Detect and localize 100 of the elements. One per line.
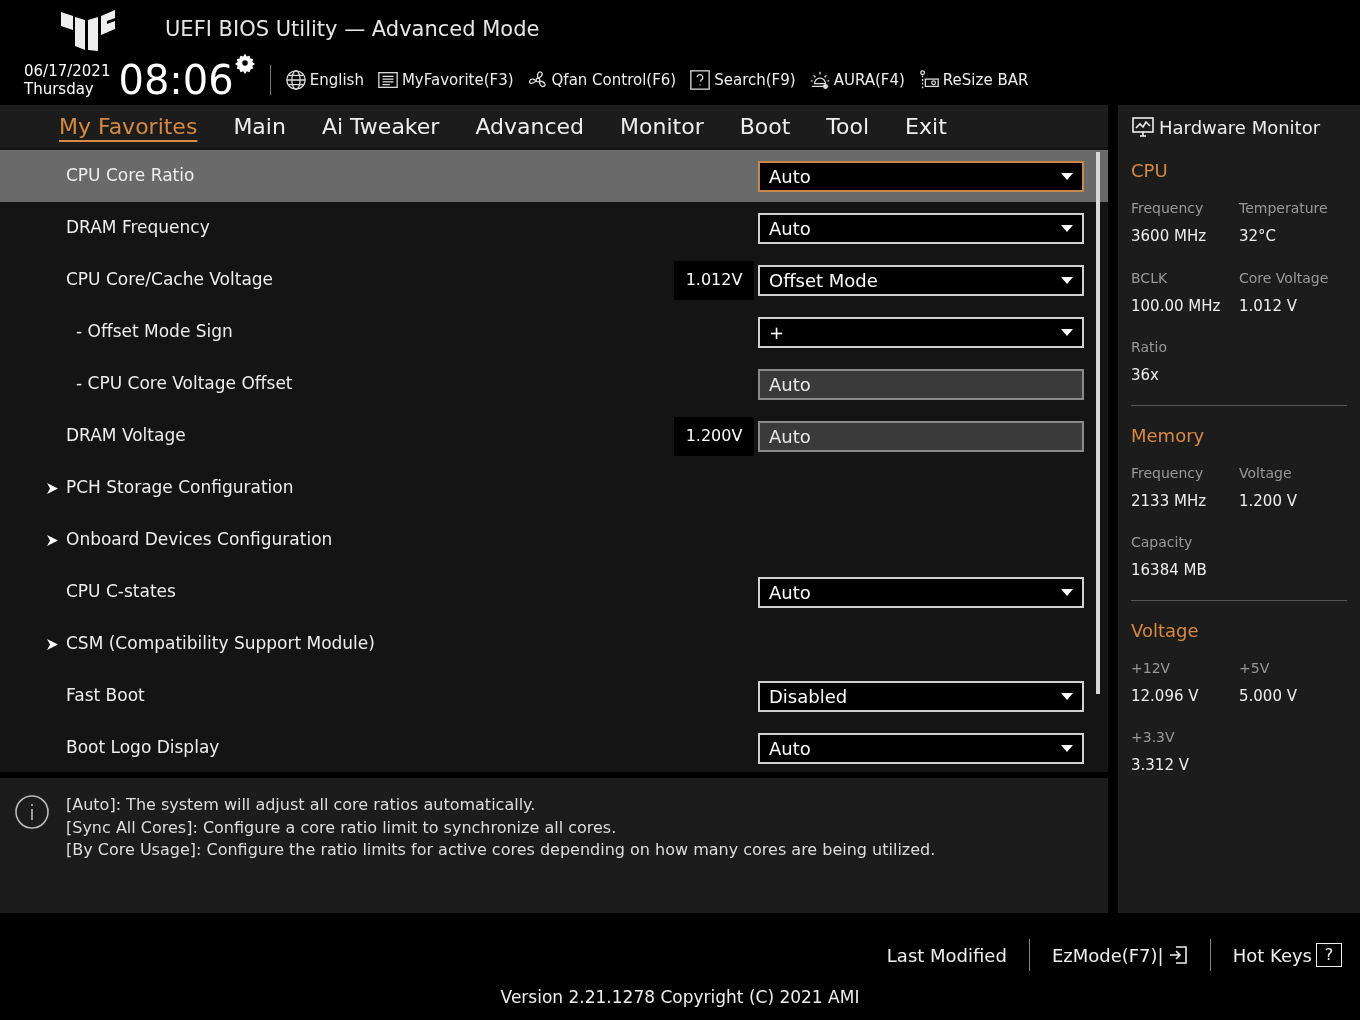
- monitor-label: BCLK: [1131, 268, 1169, 288]
- caret-icon: [1061, 172, 1073, 180]
- footer-button[interactable]: Last Modified: [886, 941, 1007, 969]
- footer-button[interactable]: EzMode(F7)|: [1051, 941, 1188, 969]
- version-text: Version 2.21.1278 Copyright (C) 2021 AMI: [500, 986, 860, 1009]
- setting-label: Onboard Devices Configuration: [66, 528, 333, 552]
- info-icon: [14, 794, 50, 830]
- menu-tab[interactable]: Boot: [739, 109, 791, 143]
- monitor-value: 3.312 V: [1131, 755, 1190, 776]
- section-title: CPU: [1131, 159, 1169, 183]
- dropdown[interactable]: Auto: [758, 576, 1084, 608]
- globe-icon: [284, 69, 307, 91]
- arrow-icon: [47, 638, 58, 650]
- day-text: Thursday: [24, 80, 95, 98]
- light-icon: [808, 69, 831, 91]
- date-text: 06/17/2021: [24, 62, 111, 80]
- monitor-label: Core Voltage: [1239, 268, 1330, 288]
- help-key-icon: ?: [1316, 943, 1342, 967]
- monitor-value: 2133 MHz: [1131, 490, 1208, 512]
- toolbar-button[interactable]: ReSize BAR: [917, 68, 1029, 92]
- monitor-value: 5.000 V: [1239, 685, 1298, 707]
- setting-label: CPU Core Ratio: [66, 164, 195, 188]
- monitor-label: +12V: [1131, 658, 1172, 678]
- toolbar-button[interactable]: AURA(F4): [808, 68, 905, 92]
- menu-tab[interactable]: Advanced: [475, 109, 585, 143]
- value-field[interactable]: Auto: [758, 368, 1084, 400]
- clock-time: 08:06: [118, 60, 234, 100]
- help-text: [By Core Usage]: Configure the ratio limits for active cores depending on how many cores are being utilized.: [66, 839, 936, 861]
- setting-label: - Offset Mode Sign: [75, 320, 233, 344]
- menu-tab[interactable]: Monitor: [620, 109, 704, 143]
- dropdown[interactable]: Offset Mode: [758, 264, 1084, 296]
- monitor-label: Frequency: [1131, 199, 1205, 218]
- setting-row[interactable]: - CPU Core Voltage Offset Auto: [0, 358, 1108, 410]
- setting-row[interactable]: CPU C-states Auto: [0, 566, 1108, 618]
- footer-button[interactable]: Hot Keys ?: [1232, 941, 1342, 969]
- voltage-reading: 1.200V: [674, 416, 754, 456]
- monitor-label: +5V: [1239, 658, 1271, 678]
- menu-tab[interactable]: My Favorites: [59, 109, 198, 143]
- caret-icon: [1061, 328, 1073, 336]
- monitor-label: Capacity: [1131, 533, 1194, 552]
- monitor-label: +3.3V: [1131, 728, 1176, 747]
- caret-icon: [1061, 692, 1073, 700]
- monitor-value: 12.096 V: [1131, 685, 1200, 707]
- setting-row[interactable]: CPU Core Ratio Auto: [0, 150, 1108, 202]
- menu-tab[interactable]: Main: [233, 109, 286, 143]
- monitor-value: 36x: [1131, 365, 1160, 386]
- help-text: [Auto]: The system will adjust all core ratios automatically.: [66, 794, 537, 816]
- logo-icon: [61, 8, 117, 52]
- setting-label: CPU C-states: [66, 580, 176, 604]
- setting-row[interactable]: Boot Logo Display Auto: [0, 722, 1108, 772]
- setting-row[interactable]: CPU Core/Cache Voltage 1.012V Offset Mode: [0, 254, 1108, 306]
- setting-row[interactable]: DRAM Frequency Auto: [0, 202, 1108, 254]
- dropdown[interactable]: +: [758, 316, 1084, 348]
- setting-row[interactable]: CSM (Compatibility Support Module): [0, 618, 1108, 670]
- menu-tab[interactable]: Tool: [826, 109, 870, 143]
- dropdown[interactable]: Auto: [758, 160, 1084, 192]
- toolbar-button[interactable]: Search(F9): [689, 68, 796, 92]
- voltage-reading: 1.012V: [674, 260, 754, 300]
- caret-icon: [1061, 276, 1073, 284]
- setting-label: PCH Storage Configuration: [66, 476, 294, 500]
- toolbar-button[interactable]: Qfan Control(F6): [526, 68, 677, 92]
- monitor-value: 1.012 V: [1239, 295, 1298, 317]
- toolbar-button[interactable]: English: [284, 68, 364, 92]
- dropdown[interactable]: Disabled: [758, 680, 1084, 712]
- setting-row[interactable]: Fast Boot Disabled: [0, 670, 1108, 722]
- graphics-card-icon: [917, 69, 940, 91]
- monitor-value: 1.200 V: [1239, 490, 1298, 512]
- caret-icon: [1061, 588, 1073, 596]
- scrollbar[interactable]: [1096, 152, 1100, 694]
- arrow-icon: [47, 534, 58, 546]
- caret-icon: [1061, 744, 1073, 752]
- value-field[interactable]: Auto: [758, 420, 1084, 452]
- setting-label: DRAM Voltage: [66, 424, 186, 448]
- setting-label: - CPU Core Voltage Offset: [75, 372, 293, 396]
- menu-tab[interactable]: Exit: [905, 109, 947, 143]
- monitor-value: 16384 MB: [1131, 560, 1208, 581]
- monitor-value: 32°C: [1239, 226, 1278, 247]
- monitor-value: 3600 MHz: [1131, 226, 1208, 247]
- section-title: Voltage: [1131, 618, 1200, 643]
- monitor-label: Frequency: [1131, 463, 1205, 483]
- monitor-value: 100.00 MHz: [1131, 295, 1222, 317]
- menu-tab[interactable]: Ai Tweaker: [321, 109, 440, 143]
- monitor-label: Temperature: [1239, 199, 1329, 218]
- arrow-icon: [47, 482, 58, 494]
- setting-row[interactable]: - Offset Mode Sign +: [0, 306, 1108, 358]
- settings-icon[interactable]: [233, 52, 256, 74]
- help-icon: [689, 69, 712, 91]
- toolbar-button[interactable]: MyFavorite(F3): [376, 68, 514, 92]
- list-icon: [376, 69, 399, 91]
- section-title: Memory: [1131, 423, 1206, 448]
- monitor-label: Voltage: [1239, 463, 1293, 483]
- dropdown[interactable]: Auto: [758, 732, 1084, 764]
- monitor-icon: [1131, 115, 1155, 139]
- setting-row[interactable]: PCH Storage Configuration: [0, 462, 1108, 514]
- setting-label: CPU Core/Cache Voltage: [66, 268, 274, 292]
- dropdown[interactable]: Auto: [758, 212, 1084, 244]
- setting-row[interactable]: DRAM Voltage 1.200V Auto: [0, 410, 1108, 462]
- setting-row[interactable]: Onboard Devices Configuration: [0, 514, 1108, 566]
- setting-label: Boot Logo Display: [66, 736, 220, 760]
- panel-title: Hardware Monitor: [1159, 115, 1321, 140]
